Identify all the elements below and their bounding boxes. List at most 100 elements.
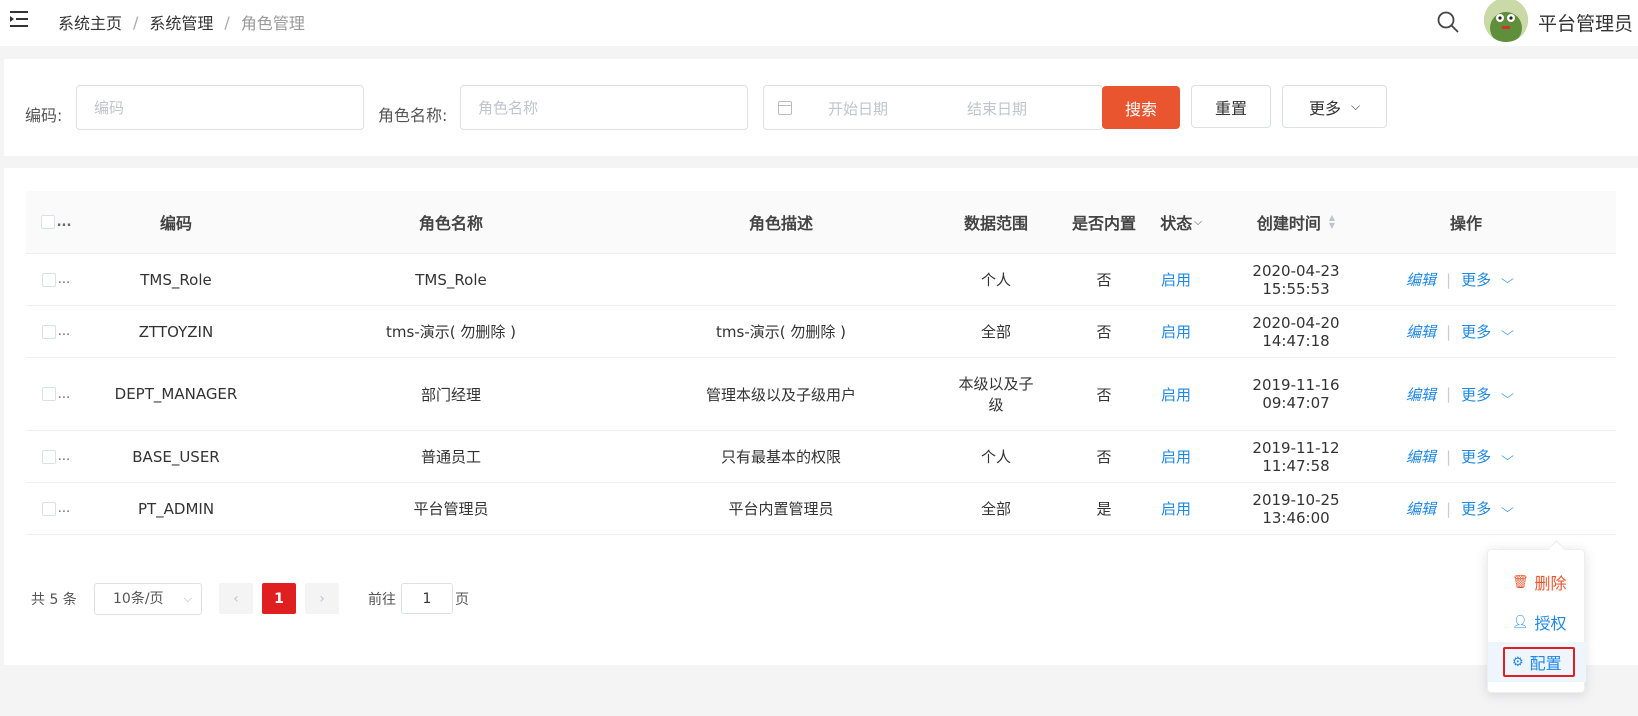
row-checkbox[interactable] xyxy=(41,449,56,464)
operation-divider: | xyxy=(1446,499,1452,518)
col-created-label: 创建时间 xyxy=(1256,214,1321,233)
more-link[interactable]: 更多 xyxy=(1461,384,1491,405)
edit-link[interactable]: 编辑 xyxy=(1406,446,1436,467)
chevron-down-icon[interactable]: ⌵ xyxy=(1501,449,1514,464)
col-code: 编码 xyxy=(159,214,192,233)
edit-link[interactable]: 编辑 xyxy=(1406,321,1436,342)
cell-status: 启用 xyxy=(1160,448,1191,466)
role-name-input[interactable] xyxy=(460,85,748,130)
operation-divider: | xyxy=(1446,385,1452,403)
cell-code: PT_ADMIN xyxy=(137,499,215,518)
search-button[interactable]: 搜索 xyxy=(1102,86,1180,129)
chevron-down-icon[interactable]: ⌵ xyxy=(1501,324,1514,339)
more-link[interactable]: 更多 xyxy=(1461,269,1491,290)
next-page-button[interactable]: › xyxy=(305,583,339,614)
dropdown-authorize[interactable]: 👤︎ 授权 xyxy=(1488,602,1586,642)
edit-link[interactable]: 编辑 xyxy=(1406,498,1436,519)
cell-created: 2020-04-23 15:55:53 xyxy=(1252,261,1340,298)
cell-data-scope: 全部 xyxy=(980,323,1011,341)
code-label: 编码: xyxy=(25,106,63,125)
cell-builtin: 否 xyxy=(1096,448,1112,466)
breadcrumb: 系统主页 / 系统管理 / 角色管理 xyxy=(58,10,305,34)
col-status[interactable]: 状态 ⌵ xyxy=(1146,191,1216,253)
prev-page-button[interactable]: ‹ xyxy=(219,583,253,614)
end-date-placeholder[interactable]: 结束日期 xyxy=(967,98,1027,119)
more-filters-button[interactable]: 更多 ⌵ xyxy=(1282,85,1387,128)
col-role-desc: 角色描述 xyxy=(748,214,813,233)
avatar-image xyxy=(1484,0,1528,42)
chevron-down-icon: ⌵ xyxy=(183,592,192,605)
row-checkbox[interactable] xyxy=(41,324,56,339)
cell-builtin: 否 xyxy=(1096,385,1112,404)
cell-operations: 编辑 | 更多 ⌵ xyxy=(1406,358,1536,430)
header-ellipsis: ... xyxy=(56,214,72,230)
page-size-select[interactable]: 10条/页 ⌵ xyxy=(94,583,202,615)
cell-status: 启用 xyxy=(1160,385,1191,404)
row-checkbox[interactable] xyxy=(41,501,56,516)
edit-link[interactable]: 编辑 xyxy=(1406,269,1436,290)
more-link[interactable]: 更多 xyxy=(1461,498,1491,519)
breadcrumb-home[interactable]: 系统主页 xyxy=(58,10,122,34)
cell-status: 启用 xyxy=(1160,500,1191,518)
col-operations: 操作 xyxy=(1449,214,1482,233)
row-ellipsis: ... xyxy=(57,324,71,339)
roles-table: ... 编码 角色名称 角色描述 数据范围 是否内置 状态 ⌵ 创建时间 ▲ ▼ … xyxy=(26,191,1616,535)
cell-role-desc xyxy=(666,254,896,305)
current-page-button[interactable]: 1 xyxy=(262,583,296,614)
goto-label: 前往 xyxy=(368,592,396,608)
calendar-icon xyxy=(778,101,792,115)
cell-builtin: 否 xyxy=(1096,323,1112,341)
row-select-cell[interactable]: ... xyxy=(40,254,72,305)
cell-status: 启用 xyxy=(1160,271,1191,289)
reset-button[interactable]: 重置 xyxy=(1191,85,1271,128)
row-checkbox[interactable] xyxy=(41,387,56,401)
table-row: ... BASE_USER 普通员工 只有最基本的权限 个人 否 2019-11-12 11… xyxy=(26,430,1616,482)
username[interactable]: 平台管理员 xyxy=(1538,9,1633,36)
cell-created: 2019-11-16 09:47:07 xyxy=(1252,376,1340,412)
more-link[interactable]: 更多 xyxy=(1461,446,1491,467)
goto-page-input[interactable] xyxy=(401,583,453,614)
row-checkbox[interactable] xyxy=(41,272,56,287)
breadcrumb-system[interactable]: 系统管理 xyxy=(149,10,213,34)
sort-icon[interactable]: ▲ ▼ xyxy=(1329,214,1335,230)
row-select-cell[interactable]: ... xyxy=(40,358,72,430)
operation-divider: | xyxy=(1446,322,1452,341)
chevron-down-icon[interactable]: ⌵ xyxy=(1501,501,1514,516)
dropdown-delete[interactable]: 🗑︎ 删除 xyxy=(1488,562,1586,602)
row-ellipsis: ... xyxy=(57,501,71,516)
search-icon[interactable] xyxy=(1436,10,1460,34)
row-select-cell[interactable]: ... xyxy=(40,431,72,482)
cell-role-name: TMS_Role xyxy=(415,270,487,289)
dropdown-authorize-label: 授权 xyxy=(1534,614,1567,633)
avatar[interactable] xyxy=(1484,0,1528,42)
breadcrumb-separator: / xyxy=(133,12,139,32)
cell-builtin: 是 xyxy=(1096,500,1112,518)
more-link[interactable]: 更多 xyxy=(1461,321,1491,342)
row-select-cell[interactable]: ... xyxy=(40,483,72,534)
more-filters-label: 更多 xyxy=(1308,98,1341,118)
cell-role-desc: 管理本级以及子级用户 xyxy=(705,385,856,404)
chevron-down-icon[interactable]: ⌵ xyxy=(1501,272,1514,287)
cell-data-scope: 全部 xyxy=(980,500,1011,518)
row-select-cell[interactable]: ... xyxy=(40,306,72,357)
cell-operations: 编辑 | 更多 ⌵ xyxy=(1406,483,1536,534)
dropdown-configure[interactable]: ⚙︎ 配置 xyxy=(1488,642,1586,682)
filter-chevron-icon[interactable]: ⌵ xyxy=(1194,217,1202,228)
start-date-placeholder[interactable]: 开始日期 xyxy=(828,98,888,119)
select-all-cell[interactable]: ... xyxy=(40,191,72,253)
code-input[interactable] xyxy=(76,85,364,130)
cell-code: BASE_USER xyxy=(132,447,220,466)
cell-data-scope: 个人 xyxy=(980,448,1011,466)
menu-toggle-icon[interactable] xyxy=(10,10,30,28)
cell-code: ZTTOYZIN xyxy=(138,322,214,341)
page-size-value: 10条/页 xyxy=(113,591,164,607)
role-name-label: 角色名称: xyxy=(378,106,448,125)
cell-operations: 编辑 | 更多 ⌵ xyxy=(1406,431,1536,482)
date-range-picker[interactable]: 开始日期 结束日期 xyxy=(763,85,1103,130)
edit-link[interactable]: 编辑 xyxy=(1406,384,1436,405)
breadcrumb-separator: / xyxy=(224,12,230,32)
chevron-down-icon[interactable]: ⌵ xyxy=(1501,387,1514,402)
col-created[interactable]: 创建时间 ▲ ▼ xyxy=(1226,191,1366,253)
row-actions-dropdown: 🗑︎ 删除 👤︎ 授权 ⚙︎ 配置 xyxy=(1487,549,1586,693)
select-all-checkbox[interactable] xyxy=(40,215,55,229)
